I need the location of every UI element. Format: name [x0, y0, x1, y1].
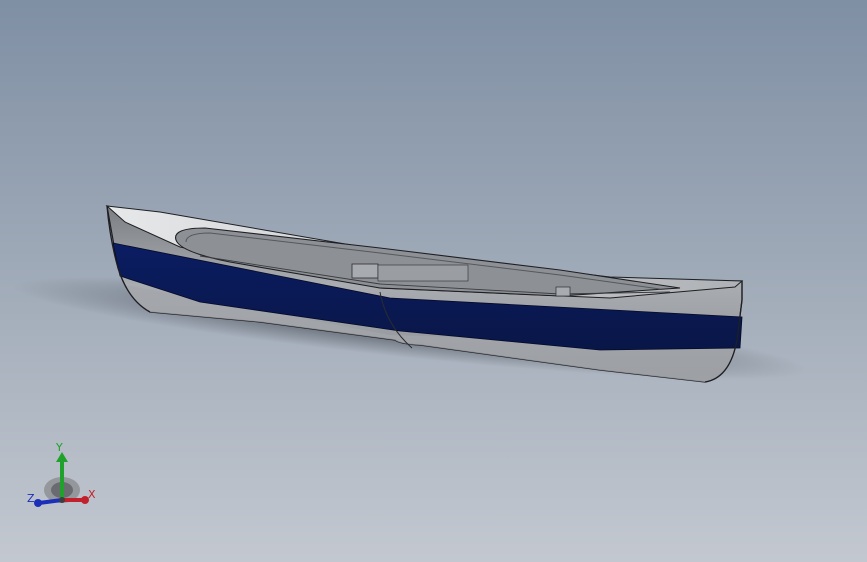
reference-triad[interactable]: Y X Z — [22, 438, 106, 518]
triad-x-label: X — [88, 488, 96, 501]
graphics-viewport[interactable]: Y X Z — [0, 0, 867, 562]
triad-origin — [59, 497, 65, 503]
triad-z-tip — [34, 499, 42, 507]
thwart-center — [377, 264, 469, 282]
triad-z-label: Z — [27, 492, 35, 505]
thwart-aft — [555, 286, 571, 297]
triad-y-label: Y — [56, 441, 63, 454]
model-scene[interactable] — [0, 0, 867, 562]
thwart-forward — [351, 263, 379, 279]
triad-graphic — [34, 452, 89, 507]
